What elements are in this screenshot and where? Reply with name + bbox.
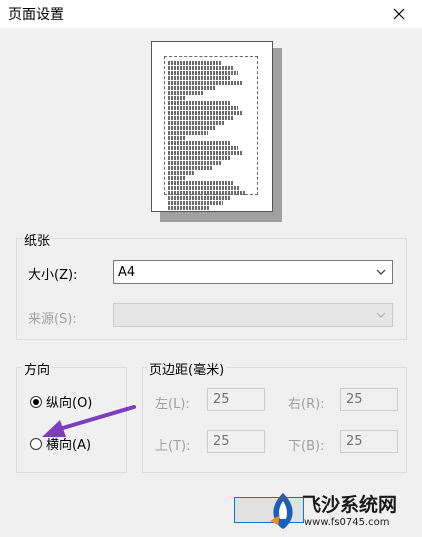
left-margin-label: 左(L): (155, 397, 190, 412)
close-button[interactable] (376, 0, 422, 28)
size-select-value: A4 (118, 265, 136, 280)
preview-margin-box (164, 56, 258, 210)
top-margin-input[interactable]: 25 (207, 430, 265, 453)
source-label: 来源(S): (28, 312, 77, 327)
margins-group (142, 367, 407, 473)
portrait-radio-label: 纵向(O) (46, 396, 93, 411)
size-select[interactable]: A4 (113, 260, 393, 284)
left-margin-input[interactable]: 25 (207, 388, 265, 411)
chevron-down-icon (376, 269, 386, 275)
right-margin-input[interactable]: 25 (340, 388, 398, 411)
paper-group-label: 纸张 (22, 230, 53, 249)
orientation-group-label: 方向 (22, 359, 53, 378)
orientation-group (16, 367, 127, 473)
watermark-url: www.fs0745.com (304, 517, 390, 528)
radio-unselected-icon (30, 437, 42, 450)
top-margin-label: 上(T): (155, 439, 191, 454)
watermark: 飞沙系统网 www.fs0745.com (264, 488, 422, 537)
close-icon (393, 8, 405, 20)
bottom-margin-input[interactable]: 25 (340, 430, 398, 453)
source-select[interactable] (113, 303, 393, 327)
site-logo-icon (270, 493, 293, 529)
title-bar: 页面设置 (0, 0, 422, 28)
size-label: 大小(Z): (28, 268, 78, 283)
preview-text (168, 61, 256, 211)
chevron-down-icon (376, 312, 386, 318)
watermark-text: 飞沙系统网 (302, 494, 398, 516)
landscape-radio-label: 横向(A) (46, 438, 92, 453)
bottom-margin-label: 下(B): (288, 439, 325, 454)
window-title: 页面设置 (8, 7, 64, 23)
margins-group-label: 页边距(毫米) (147, 359, 227, 378)
page-preview (151, 41, 273, 212)
landscape-radio[interactable]: 横向(A) (30, 434, 91, 453)
portrait-radio[interactable]: 纵向(O) (30, 392, 92, 411)
radio-selected-icon (30, 395, 42, 408)
right-margin-label: 右(R): (288, 397, 325, 412)
